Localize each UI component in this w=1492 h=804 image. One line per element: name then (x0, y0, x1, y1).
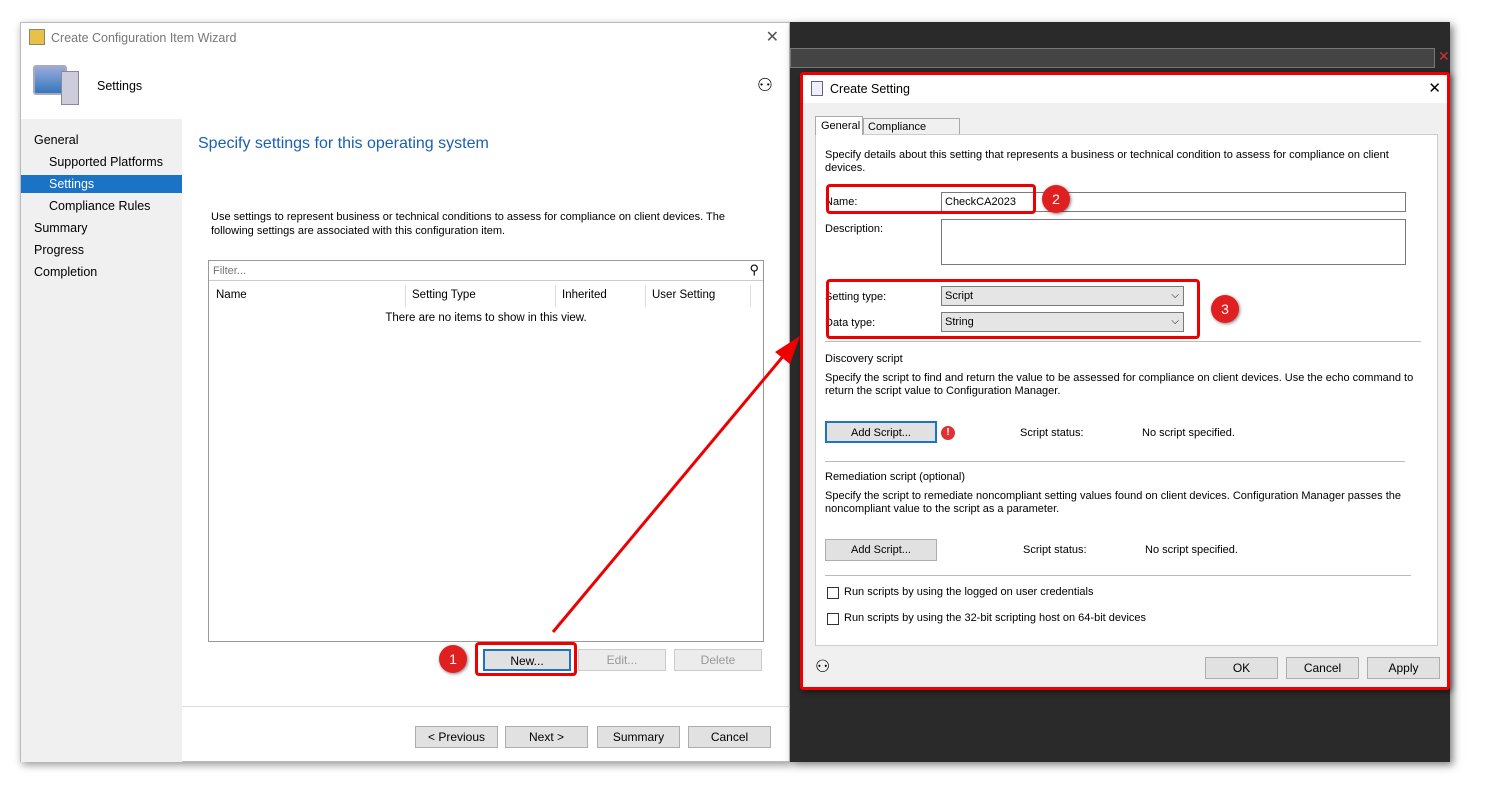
callout-1: 1 (439, 645, 467, 673)
arrow-line (551, 347, 792, 633)
callout-3: 3 (1211, 295, 1239, 323)
arrow (551, 336, 800, 633)
callout-2: 2 (1042, 185, 1070, 213)
tab-general[interactable]: General (815, 116, 863, 135)
